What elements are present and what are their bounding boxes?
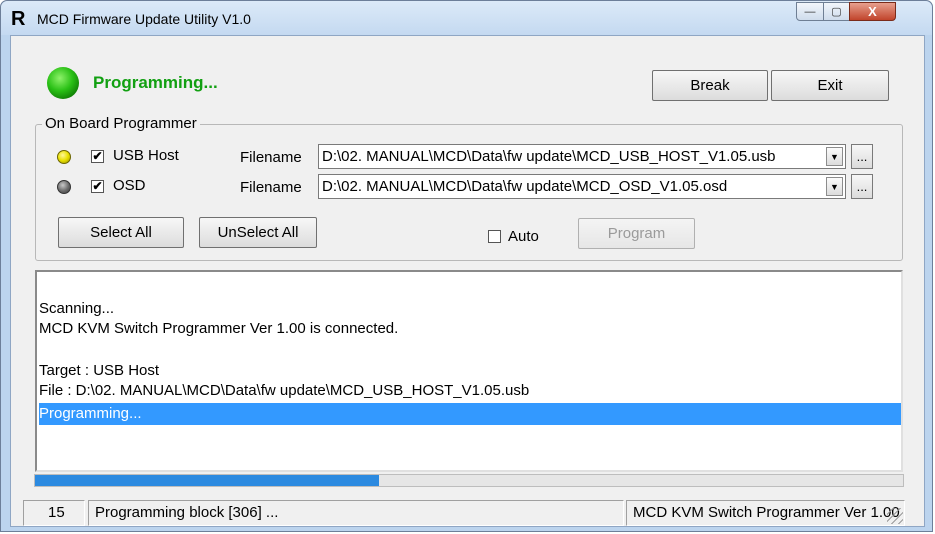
minimize-icon: — (804, 5, 816, 18)
maximize-button[interactable]: ▢ (823, 2, 850, 21)
log-line-selected: Programming... (39, 403, 901, 425)
resize-grip-icon[interactable] (887, 508, 903, 524)
status-count: 15 (23, 500, 85, 526)
usb-host-led-icon (57, 150, 71, 164)
close-button[interactable]: X (849, 2, 896, 21)
break-button[interactable]: Break (652, 70, 768, 101)
status-message: Programming block [306] ... (88, 500, 624, 526)
osd-led-icon (57, 180, 71, 194)
usb-host-filename-combo[interactable]: D:\02. MANUAL\MCD\Data\fw update\MCD_USB… (318, 144, 846, 169)
usb-host-browse-button[interactable]: ... (851, 144, 873, 169)
log-output[interactable]: Scanning... MCD KVM Switch Programmer Ve… (35, 270, 903, 472)
title-bar[interactable]: R MCD Firmware Update Utility V1.0 — ▢ X (1, 1, 932, 35)
osd-filename-combo[interactable]: D:\02. MANUAL\MCD\Data\fw update\MCD_OSD… (318, 174, 846, 199)
group-label: On Board Programmer (42, 115, 200, 132)
program-button[interactable]: Program (578, 218, 695, 249)
progress-bar (34, 474, 904, 487)
osd-label: OSD (113, 177, 146, 194)
usb-host-filename-value: D:\02. MANUAL\MCD\Data\fw update\MCD_USB… (322, 148, 776, 165)
exit-button[interactable]: Exit (771, 70, 889, 101)
close-icon: X (868, 4, 877, 19)
usb-host-filename-label: Filename (240, 149, 302, 166)
osd-browse-button[interactable]: ... (851, 174, 873, 199)
select-all-button[interactable]: Select All (58, 217, 184, 248)
window-title: MCD Firmware Update Utility V1.0 (37, 11, 251, 27)
auto-label: Auto (508, 228, 539, 245)
osd-checkbox[interactable]: ✔ (91, 180, 104, 193)
status-heading: Programming... (93, 73, 218, 92)
chevron-down-icon[interactable]: ▼ (826, 147, 843, 166)
osd-filename-label: Filename (240, 179, 302, 196)
usb-host-checkbox[interactable]: ✔ (91, 150, 104, 163)
log-line: Scanning... (39, 300, 115, 317)
auto-checkbox[interactable] (488, 230, 501, 243)
status-bar: 15 Programming block [306] ... MCD KVM S… (23, 500, 905, 526)
progress-fill (35, 475, 379, 486)
log-line: File : D:\02. MANUAL\MCD\Data\fw update\… (39, 382, 530, 399)
status-led-icon (47, 67, 79, 99)
minimize-button[interactable]: — (796, 2, 824, 21)
usb-host-label: USB Host (113, 147, 179, 164)
log-line: Target : USB Host (39, 362, 160, 379)
log-line: MCD KVM Switch Programmer Ver 1.00 is co… (39, 320, 399, 337)
chevron-down-icon[interactable]: ▼ (826, 177, 843, 196)
status-device: MCD KVM Switch Programmer Ver 1.00 (626, 500, 905, 526)
osd-filename-value: D:\02. MANUAL\MCD\Data\fw update\MCD_OSD… (322, 178, 728, 195)
unselect-all-button[interactable]: UnSelect All (199, 217, 317, 248)
maximize-icon: ▢ (831, 6, 842, 18)
app-icon: R (11, 8, 26, 30)
